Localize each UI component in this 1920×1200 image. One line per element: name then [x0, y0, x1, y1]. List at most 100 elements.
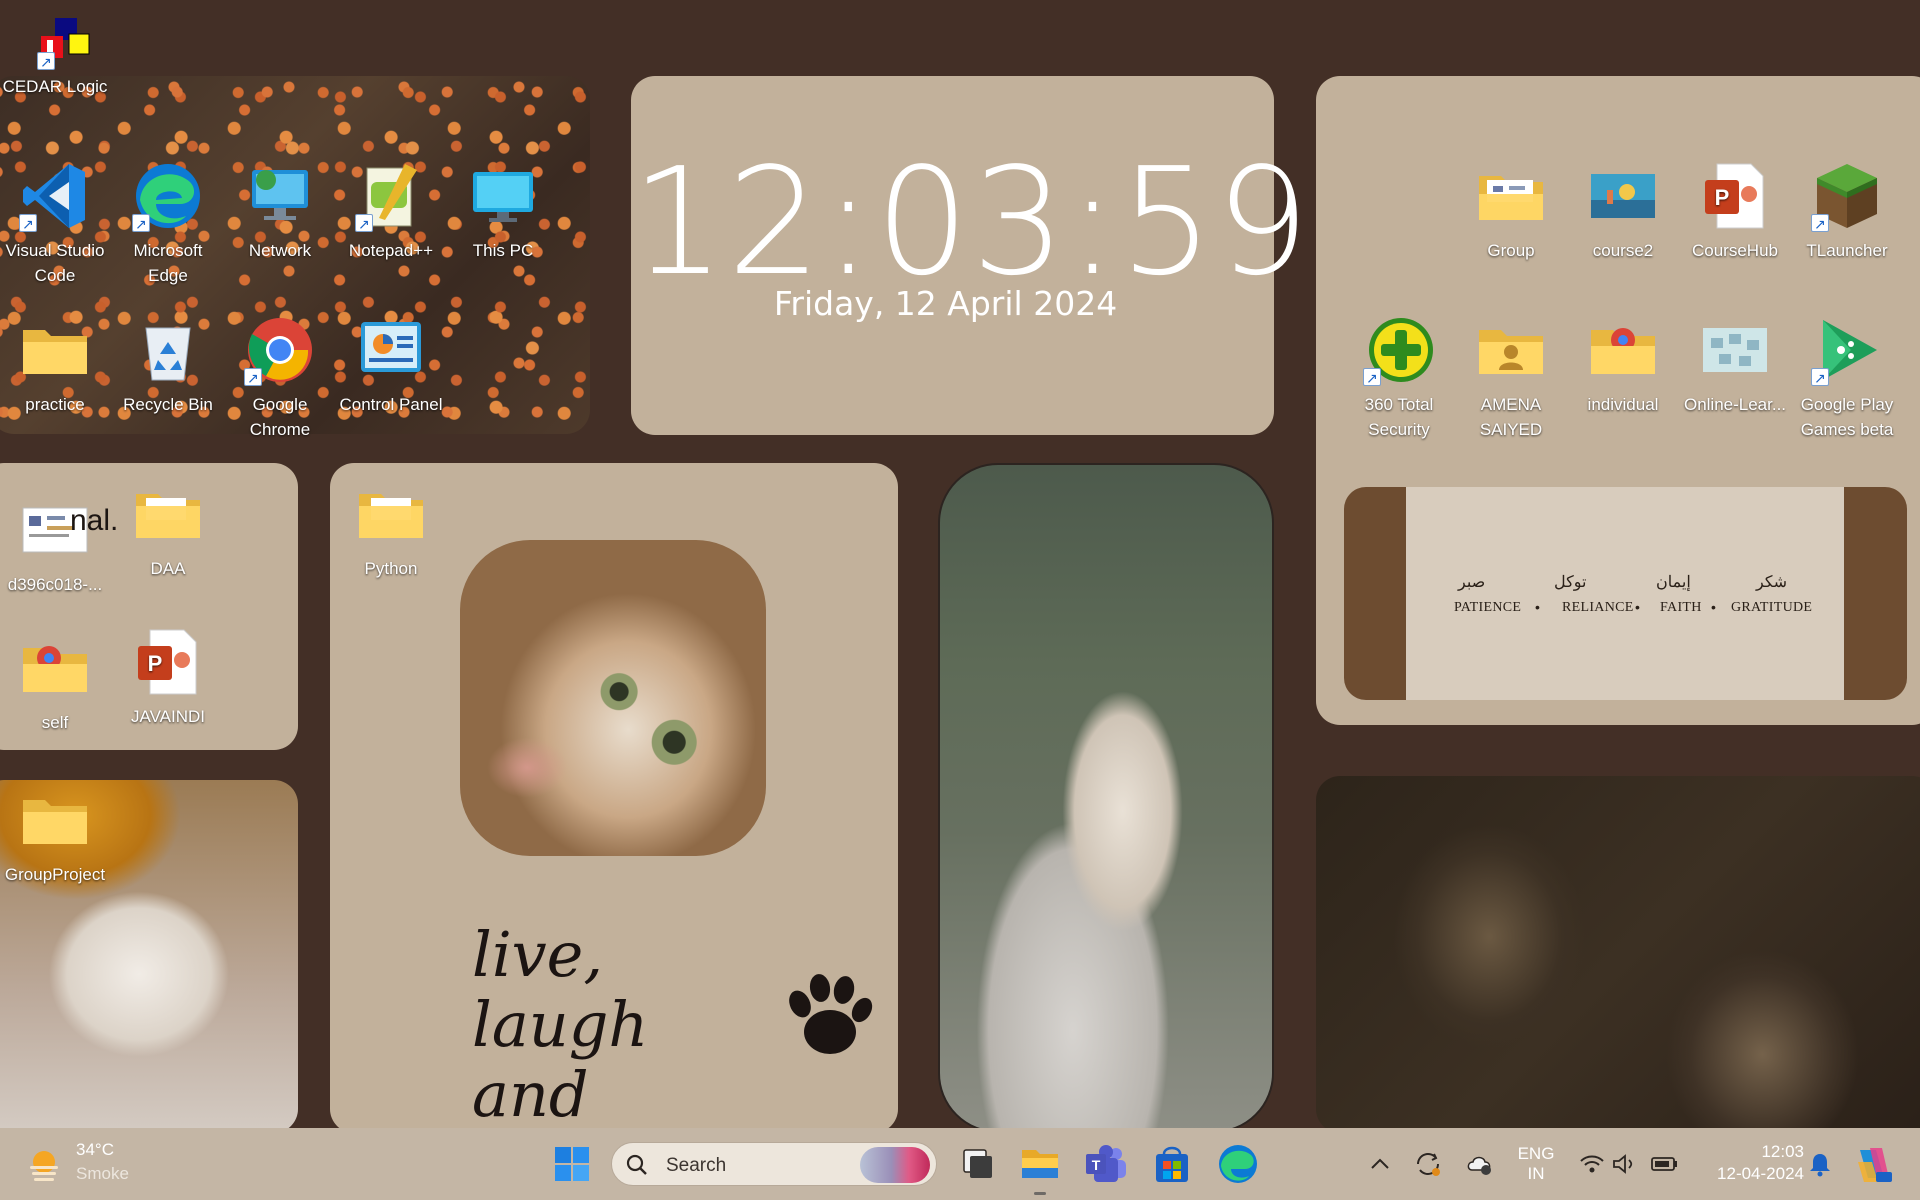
icon-label: Recycle Bin [123, 395, 213, 414]
paw-print-icon [789, 974, 873, 1054]
powerpoint-file-icon: P [132, 626, 204, 698]
icon-label: course2 [1592, 241, 1654, 260]
desktop-icon-cedar-logic[interactable]: CEDAR Logic [0, 14, 110, 99]
desktop-icon-chrome[interactable]: Google Chrome [225, 314, 335, 442]
desktop-icon-notepadpp[interactable]: Notepad++ [336, 160, 446, 263]
control-panel-icon [355, 314, 427, 386]
icon-label: CourseHub [1692, 241, 1778, 260]
icon-label: Python [364, 559, 418, 578]
icon-label: individual [1587, 395, 1659, 414]
edge-icon [132, 160, 204, 237]
security-plus-icon [1363, 314, 1435, 391]
quote-english-4: GRATITUDE [1731, 600, 1813, 615]
quote-english-3: FAITH [1660, 600, 1702, 615]
edge-icon[interactable] [1216, 1142, 1260, 1186]
wifi-icon[interactable] [1578, 1150, 1606, 1178]
copilot-icon[interactable] [1850, 1142, 1894, 1186]
icon-label: Google Play Games beta [1800, 395, 1894, 439]
cloud-weather-icon[interactable] [1464, 1148, 1496, 1180]
sync-icon[interactable] [1412, 1148, 1444, 1180]
quote-arabic-4: شكر [1756, 572, 1788, 591]
svg-text:P: P [1715, 185, 1730, 210]
desktop-icon-vscode[interactable]: Visual Studio Code [0, 160, 110, 288]
desktop-icon-online-learning[interactable]: Online-Lear... [1680, 314, 1790, 417]
desktop-icon-recycle-bin[interactable]: Recycle Bin [113, 314, 223, 417]
search-placeholder: Search [666, 1155, 727, 1176]
icon-label: practice [25, 395, 85, 414]
desktop-icon-coursehub[interactable]: P CourseHub [1680, 160, 1790, 263]
language-indicator[interactable]: ENG IN [1512, 1144, 1560, 1184]
desktop-icon-control-panel[interactable]: Control Panel [336, 314, 446, 417]
icon-label: JAVAINDI [131, 707, 205, 726]
quote-card: صبر توكل إيمان شكر PATIENCE • RELIANCE •… [1344, 487, 1907, 700]
notification-bell-icon[interactable] [1806, 1150, 1834, 1178]
cat-photo-panel [938, 463, 1274, 1133]
icon-label: Microsoft Edge [133, 241, 203, 285]
taskbar-search-box[interactable]: Search [611, 1142, 937, 1186]
file-explorer-icon[interactable] [1018, 1142, 1062, 1186]
vscode-icon [19, 160, 91, 237]
teams-icon[interactable]: T [1084, 1142, 1128, 1186]
folder-icon [355, 478, 427, 550]
quote-separator: • [1535, 599, 1540, 615]
desktop-icon-this-pc[interactable]: This PC [448, 160, 558, 263]
icon-label: Google Chrome [249, 395, 311, 439]
region-code: IN [1527, 1164, 1545, 1183]
icon-label: AMENA SAIYED [1479, 395, 1543, 439]
quote-english-2: RELIANCE [1562, 600, 1634, 615]
network-icon [244, 160, 316, 232]
clock-time-text: 12:03 [1761, 1142, 1804, 1161]
icon-label: This PC [472, 241, 534, 260]
portrait-photo-panel [1316, 776, 1920, 1133]
icon-label: d396c018-... [7, 575, 103, 594]
desktop-icon-tlauncher[interactable]: TLauncher [1792, 160, 1902, 263]
desktop-icon-practice[interactable]: practice [0, 314, 110, 417]
user-folder-icon [1475, 314, 1547, 386]
chevron-up-icon[interactable] [1364, 1148, 1396, 1180]
desktop-icon-daa[interactable]: DAA [113, 478, 223, 581]
desktop-icon-360-total-security[interactable]: 360 Total Security [1344, 314, 1454, 442]
desktop-icon-edge[interactable]: Microsoft Edge [113, 160, 223, 288]
desktop-icon-individual[interactable]: individual [1568, 314, 1678, 417]
icon-label: TLauncher [1806, 241, 1888, 260]
quote-arabic-2: توكل [1554, 572, 1587, 591]
desktop-icon-group[interactable]: Group [1456, 160, 1566, 263]
battery-icon[interactable] [1650, 1150, 1680, 1178]
weather-description: Smoke [76, 1164, 129, 1183]
microsoft-store-icon[interactable] [1150, 1142, 1194, 1186]
desktop-icon-network[interactable]: Network [225, 160, 335, 263]
sun-haze-icon [30, 1151, 58, 1181]
volume-icon[interactable] [1610, 1150, 1638, 1178]
system-clock[interactable]: 12:03 12-04-2024 [1700, 1141, 1804, 1185]
icon-label: self [41, 713, 69, 732]
desktop-icon-python[interactable]: Python [336, 478, 446, 581]
folder-icon [1587, 314, 1659, 386]
cedar-logic-icon [19, 14, 91, 75]
computer-icon [467, 160, 539, 232]
icon-label: CEDAR Logic [2, 77, 108, 96]
weather-temperature: 34°C [76, 1140, 114, 1159]
icon-label: DAA [150, 559, 186, 578]
desktop-icon-self[interactable]: self [0, 632, 110, 735]
google-play-games-icon [1811, 314, 1883, 391]
handwritten-line-1: live, laugh [472, 918, 649, 1061]
desktop-icon-amena-saiyed[interactable]: AMENA SAIYED [1456, 314, 1566, 442]
windows-start-icon[interactable] [550, 1142, 594, 1186]
desktop-icon-google-play-games[interactable]: Google Play Games beta [1792, 314, 1902, 442]
quote-arabic-3: إيمان [1656, 572, 1691, 591]
icon-label: Online-Lear... [1683, 395, 1787, 414]
icon-label: Network [248, 241, 312, 260]
weather-widget[interactable]: 34°C Smoke [20, 1128, 140, 1200]
desktop-icon-groupproject[interactable]: GroupProject [0, 784, 110, 887]
powerpoint-file-icon: P [1699, 160, 1771, 232]
task-view-icon[interactable] [954, 1142, 998, 1186]
clock-date: Friday, 12 April 2024 [773, 284, 1118, 323]
folder-icon [19, 784, 91, 856]
desktop-icon-course2[interactable]: course2 [1568, 160, 1678, 263]
desktop-icon-javaindi[interactable]: P JAVAINDI [113, 626, 223, 729]
taskbar: 34°C Smoke Search T ENG IN 12:03 12-04-2… [0, 1128, 1920, 1200]
folder-icon [132, 478, 204, 550]
quote-separator: • [1635, 599, 1640, 615]
clock-time: 12:03:59 [631, 136, 1312, 308]
overlay-partial-text: nal. [70, 504, 119, 537]
